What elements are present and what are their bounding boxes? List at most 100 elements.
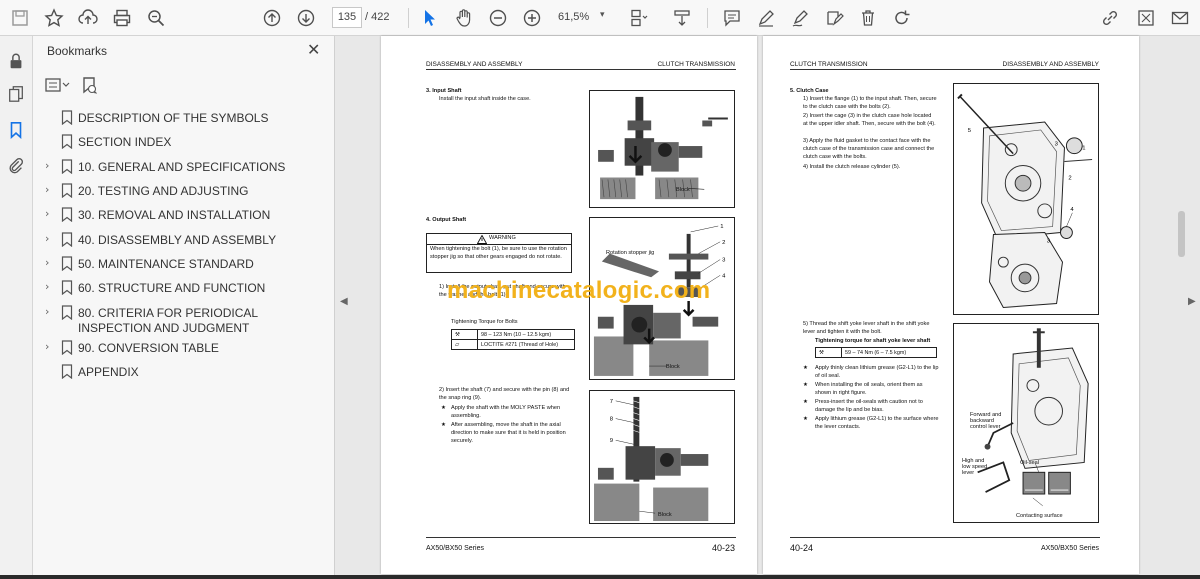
collapse-panel-arrow-icon[interactable]: ◀ bbox=[340, 296, 348, 307]
previous-page-icon[interactable] bbox=[260, 6, 284, 30]
close-icon[interactable]: ✕ bbox=[307, 40, 320, 59]
header-rule bbox=[426, 69, 736, 70]
note-text: Press-insert the oil-seals with caution … bbox=[815, 399, 923, 413]
bookmark-item[interactable]: › 50. MAINTENANCE STANDARD bbox=[43, 255, 333, 275]
add-bookmark-icon[interactable] bbox=[81, 76, 97, 99]
bookmark-item[interactable]: › 20. TESTING AND ADJUSTING bbox=[43, 182, 333, 202]
expand-right-panel-arrow-icon[interactable]: ▶ bbox=[1188, 296, 1196, 307]
expand-chevron-icon[interactable]: › bbox=[45, 280, 49, 293]
scroll-mode-icon[interactable] bbox=[670, 6, 694, 30]
scrollbar-thumb[interactable] bbox=[1178, 211, 1185, 257]
bookmark-item[interactable]: › 90. CONVERSION TABLE bbox=[43, 339, 333, 359]
torque-label: Tightening Torque for Bolts bbox=[451, 319, 518, 325]
section-3-title: 3. Input Shaft bbox=[426, 88, 462, 94]
note-item: ★ Apply the shaft with the MOLY PASTE wh… bbox=[441, 405, 575, 421]
bookmark-item[interactable]: SECTION INDEX bbox=[43, 133, 333, 153]
step-text: 1) Insert the flange (1) to the input sh… bbox=[803, 96, 937, 110]
save-icon[interactable] bbox=[8, 6, 32, 30]
torque-table: ⚒ 59 – 74 Nm (6 – 7.5 kgm) bbox=[815, 347, 937, 358]
figure-label: Block bbox=[676, 187, 690, 193]
vertical-scrollbar[interactable] bbox=[1177, 36, 1186, 579]
bookmark-label: SECTION INDEX bbox=[78, 135, 172, 149]
zoom-in-icon[interactable] bbox=[520, 6, 544, 30]
document-page-left: DISASSEMBLY AND ASSEMBLY CLUTCH TRANSMIS… bbox=[381, 36, 757, 574]
svg-text:8: 8 bbox=[610, 417, 614, 423]
stamp-icon[interactable] bbox=[822, 6, 846, 30]
bookmark-item[interactable]: › 40. DISASSEMBLY AND ASSEMBLY bbox=[43, 231, 333, 251]
draw-pen-icon[interactable] bbox=[788, 6, 812, 30]
section-3-text: Install the input shaft inside the case. bbox=[439, 96, 531, 102]
expand-chevron-icon[interactable]: › bbox=[45, 256, 49, 269]
warning-box: WARNING When tightening the bolt (1), be… bbox=[426, 233, 572, 273]
bookmark-label: 40. DISASSEMBLY AND ASSEMBLY bbox=[78, 233, 277, 247]
lock-icon[interactable] bbox=[5, 50, 27, 72]
bookmark-item[interactable]: › 10. GENERAL AND SPECIFICATIONS bbox=[43, 158, 333, 178]
fill-sign-icon[interactable] bbox=[1134, 6, 1158, 30]
header-rule bbox=[790, 69, 1100, 70]
step-text: 4) Install the clutch release cylinder (… bbox=[803, 164, 901, 170]
note-item: ★ When installing the oil seals, orient … bbox=[803, 382, 939, 398]
attachment-icon[interactable] bbox=[5, 154, 27, 176]
page-thumbnails-icon[interactable] bbox=[5, 83, 27, 105]
star-icon[interactable] bbox=[42, 6, 66, 30]
zoom-level[interactable]: 61,5% bbox=[558, 11, 589, 23]
note-text: Apply the shaft with the MOLY PASTE when… bbox=[451, 405, 561, 419]
page-number: 40-24 bbox=[790, 543, 814, 553]
expand-chevron-icon[interactable]: › bbox=[45, 159, 49, 172]
page-number-input[interactable]: 135 bbox=[332, 7, 362, 28]
step-5-text: 5) Thread the shift yoke lever shaft in … bbox=[803, 321, 930, 335]
zoom-search-icon[interactable] bbox=[144, 6, 168, 30]
section-4-title: 4. Output Shaft bbox=[426, 217, 467, 223]
warning-text: When tightening the bolt (1), be sure to… bbox=[430, 246, 567, 260]
options-menu-icon[interactable] bbox=[45, 77, 71, 98]
expand-chevron-icon[interactable]: › bbox=[45, 340, 49, 353]
figure-input-shaft: Block bbox=[589, 90, 735, 208]
next-page-icon[interactable] bbox=[294, 6, 318, 30]
note-item: ★ Apply lithium grease (G2-L1) to the su… bbox=[803, 416, 939, 432]
bookmark-icon bbox=[61, 340, 73, 355]
warning-title: WARNING bbox=[489, 235, 516, 241]
print-icon[interactable] bbox=[110, 6, 134, 30]
note-text: After assembling, move the shaft in the … bbox=[451, 422, 566, 444]
figure-label: Forward and backward control lever bbox=[970, 412, 1002, 430]
bookmark-panel-icon[interactable] bbox=[5, 119, 27, 141]
bookmark-icon bbox=[61, 110, 73, 125]
redo-icon[interactable] bbox=[890, 6, 914, 30]
bookmark-item[interactable]: DESCRIPTION OF THE SYMBOLS bbox=[43, 109, 333, 129]
expand-chevron-icon[interactable]: › bbox=[45, 305, 49, 318]
bookmark-item[interactable]: › 30. REMOVAL AND INSTALLATION bbox=[43, 206, 333, 226]
bookmark-icon bbox=[61, 256, 73, 271]
step-text: 2) Insert the cage (3) in the clutch cas… bbox=[803, 113, 936, 127]
expand-chevron-icon[interactable]: › bbox=[45, 183, 49, 196]
panel-title: Bookmarks bbox=[47, 44, 108, 58]
zoom-dropdown-icon[interactable]: ▾ bbox=[600, 10, 605, 20]
star-bullet-icon: ★ bbox=[803, 382, 809, 388]
upload-cloud-icon[interactable] bbox=[76, 6, 100, 30]
bookmark-label: 80. CRITERIA FOR PERIODICAL INSPECTION A… bbox=[78, 306, 258, 335]
warning-triangle-icon bbox=[477, 235, 487, 244]
bookmark-label: 10. GENERAL AND SPECIFICATIONS bbox=[78, 160, 286, 174]
footer-model: AX50/BX50 Series bbox=[1041, 545, 1099, 552]
left-icon-rail bbox=[0, 36, 33, 579]
bookmark-item[interactable]: › 60. STRUCTURE AND FUNCTION bbox=[43, 279, 333, 299]
svg-text:9: 9 bbox=[610, 438, 613, 444]
comment-icon[interactable] bbox=[720, 6, 744, 30]
expand-chevron-icon[interactable]: › bbox=[45, 207, 49, 220]
wrench-icon: ⚒ bbox=[451, 329, 478, 340]
zoom-out-icon[interactable] bbox=[486, 6, 510, 30]
bookmark-item[interactable]: › 80. CRITERIA FOR PERIODICAL INSPECTION… bbox=[43, 304, 333, 340]
expand-chevron-icon[interactable]: › bbox=[45, 232, 49, 245]
bottom-border bbox=[0, 575, 1200, 579]
bookmark-label: APPENDIX bbox=[78, 365, 139, 379]
page-display-icon[interactable] bbox=[626, 6, 650, 30]
hand-tool-icon[interactable] bbox=[452, 6, 476, 30]
divider bbox=[707, 8, 708, 28]
loctite-icon: ▱ bbox=[451, 339, 478, 350]
bookmark-item[interactable]: APPENDIX bbox=[43, 363, 333, 383]
link-tool-icon[interactable] bbox=[1098, 6, 1122, 30]
highlight-pen-icon[interactable] bbox=[754, 6, 778, 30]
delete-icon[interactable] bbox=[856, 6, 880, 30]
select-cursor-icon[interactable] bbox=[418, 6, 442, 30]
email-icon[interactable] bbox=[1168, 6, 1192, 30]
figure-label: Block bbox=[666, 364, 680, 370]
